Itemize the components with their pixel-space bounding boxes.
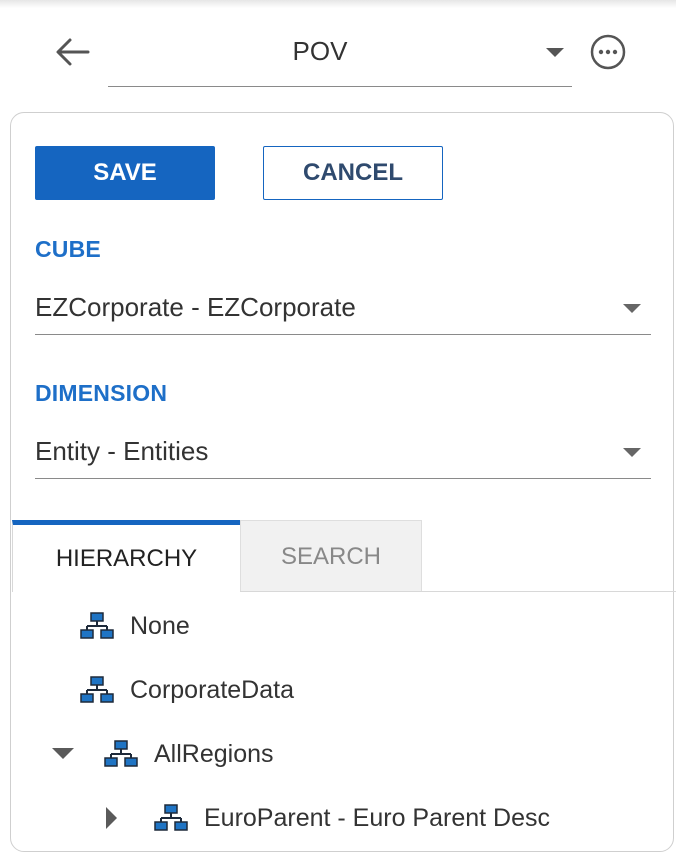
tab-hierarchy[interactable]: HIERARCHY [12,520,240,592]
tree-item-none[interactable]: None [80,606,190,646]
tree-item-corporatedata[interactable]: CorporateData [80,670,294,710]
tree-item-label: None [130,611,190,640]
more-options-button[interactable] [588,32,628,72]
cube-select[interactable]: EZCorporate - EZCorporate [35,280,651,335]
chevron-down-icon [623,304,641,313]
chevron-down-icon [623,448,641,457]
hierarchy-icon [80,612,114,639]
ellipsis-circle-icon [590,34,626,70]
chevron-down-icon [546,48,564,57]
tree-item-allregions[interactable]: AllRegions [104,734,274,774]
cube-value: EZCorporate - EZCorporate [35,292,356,322]
dimension-label: DIMENSION [35,380,168,406]
back-button[interactable] [52,32,92,72]
arrow-left-icon [56,38,90,66]
hierarchy-icon [104,740,138,767]
tab-search[interactable]: SEARCH [240,520,422,592]
tree-item-europarent[interactable]: EuroParent - Euro Parent Desc [154,798,550,838]
hierarchy-icon [154,804,188,831]
cube-label: CUBE [35,236,101,262]
pov-label: POV [292,36,348,66]
tree-item-label: CorporateData [130,675,294,704]
tree-item-label: AllRegions [154,739,274,768]
collapse-toggle-icon[interactable] [106,807,117,829]
tree-item-label: EuroParent - Euro Parent Desc [204,803,550,832]
save-button[interactable]: SAVE [35,146,215,200]
expand-toggle-icon[interactable] [52,748,74,759]
dimension-value: Entity - Entities [35,436,209,466]
dimension-select[interactable]: Entity - Entities [35,424,651,479]
hierarchy-icon [80,676,114,703]
header-bar: POV [0,0,676,110]
cancel-button[interactable]: CANCEL [263,146,443,200]
tab-divider [240,591,676,592]
pov-select[interactable]: POV [108,22,572,87]
